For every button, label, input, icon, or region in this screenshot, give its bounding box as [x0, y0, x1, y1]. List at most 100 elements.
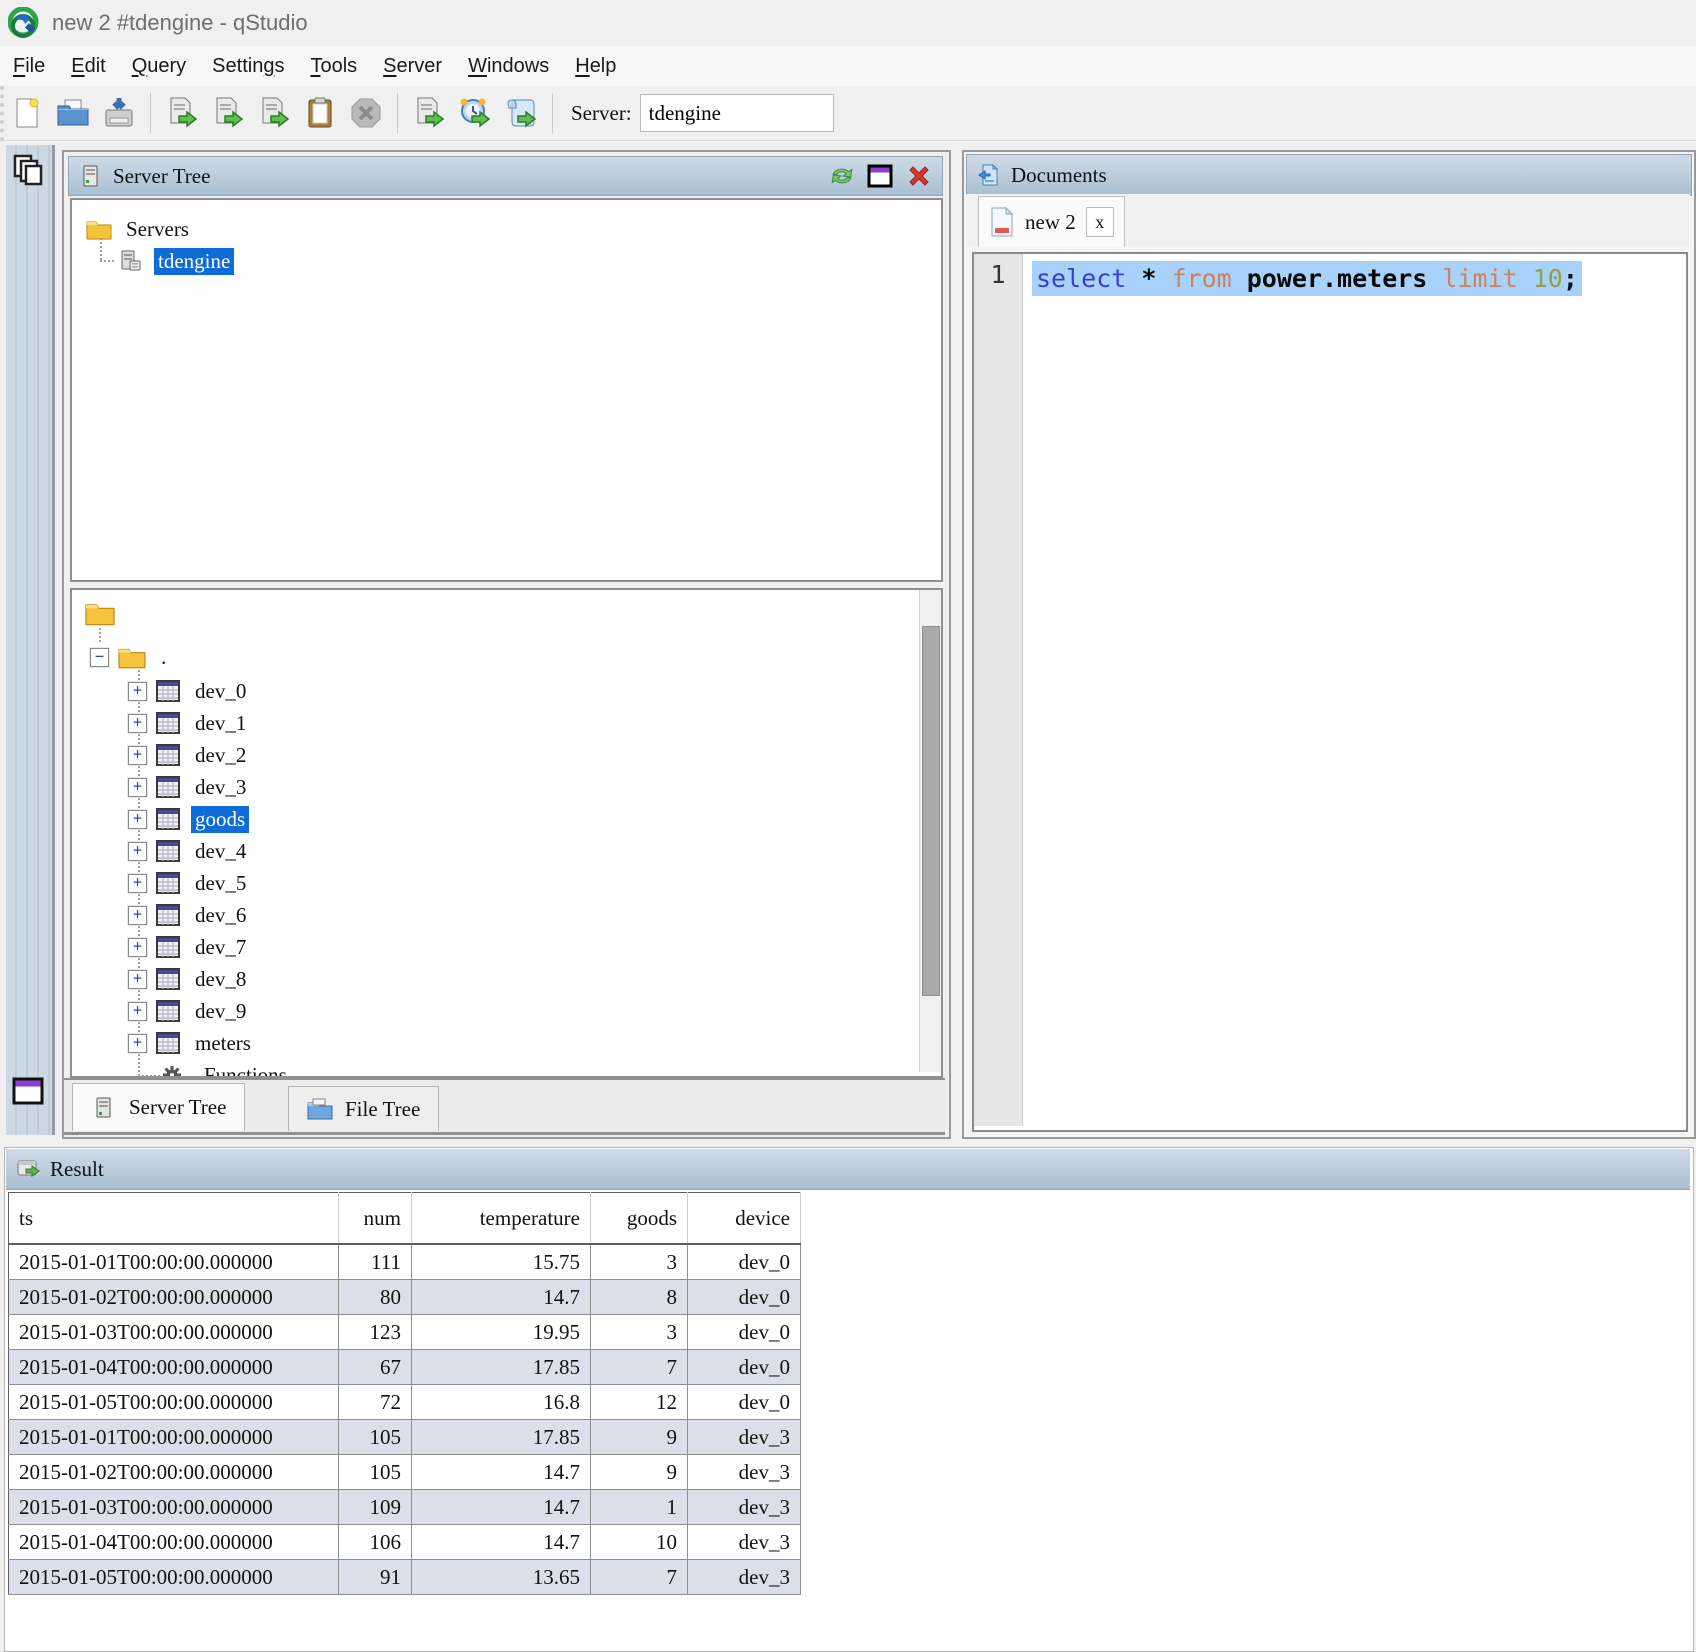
table-label: dev_6	[191, 902, 250, 929]
cell-temperature: 14.7	[412, 1525, 591, 1560]
code-token-plain: ;	[1563, 264, 1578, 293]
tree-node-dev_3[interactable]: +dev_3	[128, 772, 250, 802]
cell-num: 105	[339, 1420, 412, 1455]
table-row[interactable]: 2015-01-04T00:00:00.00000010614.710dev_3	[9, 1525, 801, 1560]
expand-expander[interactable]: +	[128, 906, 147, 925]
table-row[interactable]: 2015-01-01T00:00:00.00000011115.753dev_0	[9, 1244, 801, 1280]
tree-node-goods[interactable]: +goods	[128, 804, 249, 834]
tree-node-dev_7[interactable]: +dev_7	[128, 932, 250, 962]
table-row[interactable]: 2015-01-03T00:00:00.00000012319.953dev_0	[9, 1315, 801, 1350]
execute-server-button[interactable]	[409, 93, 449, 133]
server-combo[interactable]	[640, 94, 834, 132]
tree-node-tdengine[interactable]: tdengine	[118, 246, 234, 276]
menu-item-settings[interactable]: Settings	[199, 51, 297, 82]
expand-expander[interactable]: +	[128, 746, 147, 765]
document-tab-new2[interactable]: new 2 x	[978, 196, 1125, 247]
column-header-temperature[interactable]: temperature	[412, 1193, 591, 1245]
expand-expander[interactable]: +	[128, 714, 147, 733]
database-tree-scrollbar[interactable]	[919, 590, 941, 1072]
table-label: dev_1	[191, 710, 250, 737]
menu-item-windows[interactable]: Windows	[455, 51, 562, 82]
table-row[interactable]: 2015-01-02T00:00:00.00000010514.79dev_3	[9, 1455, 801, 1490]
table-label: dev_0	[191, 678, 250, 705]
tree-node-dev_0[interactable]: + dev_0	[128, 676, 250, 706]
cell-num: 72	[339, 1385, 412, 1420]
cell-temperature: 17.85	[412, 1350, 591, 1385]
tree-node-dev_5[interactable]: +dev_5	[128, 868, 250, 898]
cell-temperature: 14.7	[412, 1455, 591, 1490]
table-row[interactable]: 2015-01-03T00:00:00.00000010914.71dev_3	[9, 1490, 801, 1525]
tree-root-folder[interactable]	[84, 598, 126, 628]
open-file-button[interactable]	[53, 93, 93, 133]
column-header-goods[interactable]: goods	[591, 1193, 688, 1245]
schedule-query-button[interactable]	[455, 93, 495, 133]
table-label: dev_2	[191, 742, 250, 769]
collapse-expander[interactable]: −	[90, 648, 109, 667]
tree-node-dot-folder[interactable]: −.	[90, 642, 170, 672]
expand-expander[interactable]: +	[128, 1002, 147, 1021]
folder-icon	[86, 217, 112, 241]
sql-editor[interactable]: 1 select * from power.meters limit 10;	[972, 252, 1688, 1132]
expand-expander[interactable]: +	[128, 874, 147, 893]
new-document-button[interactable]	[7, 93, 47, 133]
menu-item-server[interactable]: Server	[370, 51, 455, 82]
code-line[interactable]: select * from power.meters limit 10;	[1032, 258, 1582, 298]
menu-item-tools[interactable]: Tools	[297, 51, 370, 82]
toolbar-separator	[150, 93, 151, 133]
menu-item-query[interactable]: Query	[119, 51, 199, 82]
execute-line-button[interactable]	[208, 93, 248, 133]
execute-all-button[interactable]	[162, 93, 202, 133]
refresh-button[interactable]	[828, 162, 856, 190]
restore-windows-icon[interactable]	[11, 153, 45, 187]
tree-node-dev_4[interactable]: +dev_4	[128, 836, 250, 866]
expand-expander[interactable]: +	[128, 842, 147, 861]
table-row[interactable]: 2015-01-05T00:00:00.0000009113.657dev_3	[9, 1560, 801, 1595]
close-panel-button[interactable]	[904, 162, 932, 190]
tree-node-dev_1[interactable]: + dev_1	[128, 708, 250, 738]
tree-node-functions[interactable]: Functions	[162, 1060, 291, 1078]
clipboard-button[interactable]	[300, 93, 340, 133]
table-row[interactable]: 2015-01-04T00:00:00.0000006717.857dev_0	[9, 1350, 801, 1385]
tree-node-servers[interactable]: Servers	[86, 214, 193, 244]
tab-file-tree[interactable]: File Tree	[288, 1086, 439, 1131]
menu-item-help[interactable]: Help	[562, 51, 629, 82]
save-button[interactable]	[99, 93, 139, 133]
menu-item-file[interactable]: File	[0, 51, 58, 82]
run-script-button[interactable]	[501, 93, 541, 133]
tree-tab-bar: Server Tree File Tree	[64, 1078, 945, 1135]
tree-node-meters[interactable]: +meters	[128, 1028, 255, 1058]
qstudio-window: new 2 #tdengine - qStudio FileEditQueryS…	[0, 0, 1696, 1652]
tree-node-dev_8[interactable]: +dev_8	[128, 964, 250, 994]
execute-selection-button[interactable]	[254, 93, 294, 133]
expand-expander[interactable]: +	[128, 810, 147, 829]
cell-goods: 12	[591, 1385, 688, 1420]
expand-expander[interactable]: +	[128, 970, 147, 989]
menu-item-edit[interactable]: Edit	[58, 51, 118, 82]
column-header-num[interactable]: num	[339, 1193, 412, 1245]
stop-button[interactable]	[346, 93, 386, 133]
tree-node-dev_6[interactable]: + dev_6	[128, 900, 250, 930]
result-icon	[16, 1157, 40, 1181]
tab-server-tree[interactable]: Server Tree	[72, 1083, 245, 1131]
column-header-ts[interactable]: ts	[9, 1193, 339, 1245]
table-row[interactable]: 2015-01-01T00:00:00.00000010517.859dev_3	[9, 1420, 801, 1455]
title-bar: new 2 #tdengine - qStudio	[0, 0, 1696, 46]
expand-expander[interactable]: +	[128, 778, 147, 797]
cell-num: 123	[339, 1315, 412, 1350]
column-header-device[interactable]: device	[688, 1193, 801, 1245]
minimized-window-icon[interactable]	[11, 1073, 45, 1107]
expand-expander[interactable]: +	[128, 682, 147, 701]
qstudio-logo-icon	[8, 7, 40, 39]
tree-node-dev_9[interactable]: +dev_9	[128, 996, 250, 1026]
maximize-panel-button[interactable]	[866, 162, 894, 190]
expand-expander[interactable]: +	[128, 1034, 147, 1053]
tree-node-dev_2[interactable]: + dev_2	[128, 740, 250, 770]
table-row[interactable]: 2015-01-05T00:00:00.0000007216.812dev_0	[9, 1385, 801, 1420]
document-tab-label: new 2	[1025, 210, 1076, 235]
expand-expander[interactable]: +	[128, 938, 147, 957]
table-row[interactable]: 2015-01-02T00:00:00.0000008014.78dev_0	[9, 1280, 801, 1315]
cell-goods: 1	[591, 1490, 688, 1525]
close-tab-button[interactable]: x	[1086, 207, 1114, 237]
documents-panel: Documents new 2 x 1 select * from power.…	[962, 150, 1696, 1139]
scrollbar-thumb[interactable]	[922, 626, 940, 996]
